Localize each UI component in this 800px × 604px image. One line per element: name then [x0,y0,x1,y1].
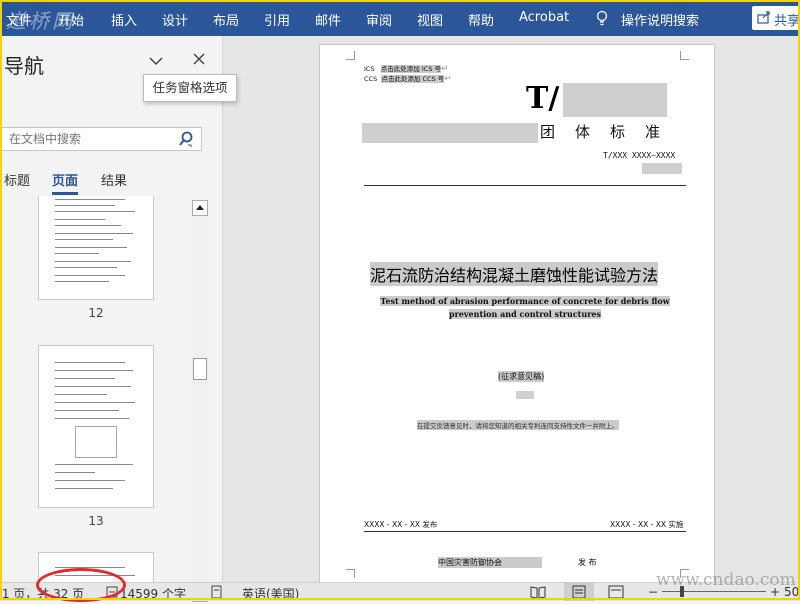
publish-label: 发 布 [578,558,597,567]
thumbnail-scrollbar[interactable] [192,200,208,602]
close-icon[interactable] [192,52,206,66]
draft-date-field[interactable] [516,391,534,399]
tab-mailings[interactable]: 邮件 [315,10,341,29]
chevron-down-icon[interactable] [148,56,164,66]
redacted-logo-field[interactable] [362,123,538,143]
site-logo-watermark: 道桥网 [6,9,75,33]
redacted-code-field[interactable] [563,83,667,117]
ics-label: ICS [364,65,375,73]
arrow-up-icon [196,205,204,210]
ribbon-tab-bar: 文件 开始 插入 设计 布局 引用 邮件 审阅 视图 帮助 Acrobat 操作… [0,0,800,36]
standard-number[interactable]: T/XXX XXXX—XXXX [603,151,675,160]
site-watermark: www.cndao.com [656,570,796,590]
search-icon[interactable] [178,130,194,148]
issuing-association[interactable]: 中国灾害防御协会 [438,557,542,568]
standard-prefix: T/ [526,81,560,116]
tab-review[interactable]: 审阅 [366,10,392,29]
nav-pane-title: 导航 [4,54,44,78]
document-title-en[interactable]: Test method of abrasion performance of c… [370,295,680,321]
tell-me-search[interactable]: 操作说明搜索 [621,10,699,29]
ics-field[interactable]: 点击此处添加 ICS 号 [380,65,442,73]
ccs-line: CCS 点击此处添加 CCS 号↵ [364,74,452,84]
tab-view[interactable]: 视图 [417,10,443,29]
scroll-up-button[interactable] [192,200,208,216]
navigation-pane: 导航 标题 页面 结果 12 [0,36,223,602]
share-button[interactable]: 共享 [752,6,800,30]
word-count[interactable]: 14599 个字 [120,585,186,602]
thumbnail-page-number: 13 [88,514,104,528]
annotation-circle [36,568,126,602]
footer-rule [364,531,686,532]
lightbulb-icon [596,10,608,26]
share-icon [757,11,770,24]
web-layout-icon[interactable] [608,585,624,599]
patent-notice[interactable]: 在提交反馈意见时，请将您知道的相关专利连同支持性文件一并附上。 [417,420,619,430]
replaced-standard-field[interactable] [642,163,682,174]
implement-date[interactable]: XXXX - XX - XX 实施 [610,519,683,530]
scroll-thumb[interactable] [193,358,207,380]
tab-pages[interactable]: 页面 [52,170,79,195]
tab-headings[interactable]: 标题 [4,170,30,189]
page-thumbnail[interactable] [38,196,154,300]
tab-layout[interactable]: 布局 [213,10,239,29]
tab-references[interactable]: 引用 [264,10,290,29]
publish-date[interactable]: XXXX - XX - XX 发布 [364,519,437,530]
header-rule [364,185,686,186]
draft-status[interactable]: (征求意见稿) [498,371,545,382]
print-layout-button[interactable] [564,583,594,601]
document-title-cn[interactable]: 泥石流防治结构混凝土磨蚀性能试验方法 [370,262,659,286]
tab-help[interactable]: 帮助 [468,10,494,29]
zoom-slider[interactable] [662,591,766,592]
ccs-label: CCS [364,75,378,83]
page-thumbnail-list: 12 13 [0,196,222,601]
document-page[interactable]: ICS 点击此处添加 ICS 号↵ CCS 点击此处添加 CCS 号↵ T/ 团… [319,44,715,584]
thumbnail-page-number: 12 [88,306,104,320]
read-mode-icon[interactable] [530,585,546,599]
standard-type: 团体标准 [540,123,681,141]
share-label: 共享 [774,14,800,29]
nav-tabs: 标题 页面 结果 [0,170,222,195]
page-thumbnail[interactable] [38,345,154,508]
search-input[interactable] [0,127,202,151]
document-canvas[interactable]: ICS 点击此处添加 ICS 号↵ CCS 点击此处添加 CCS 号↵ T/ 团… [223,36,800,584]
print-layout-icon [572,585,586,599]
task-pane-options-tooltip: 任务窗格选项 [143,74,237,102]
macro-icon[interactable] [210,585,224,599]
tab-insert[interactable]: 插入 [111,10,137,29]
tab-acrobat[interactable]: Acrobat [519,10,569,25]
tab-design[interactable]: 设计 [162,10,188,29]
tab-results[interactable]: 结果 [101,170,127,189]
language-indicator[interactable]: 英语(美国) [242,585,299,602]
ccs-field[interactable]: 点击此处添加 CCS 号 [381,75,445,83]
